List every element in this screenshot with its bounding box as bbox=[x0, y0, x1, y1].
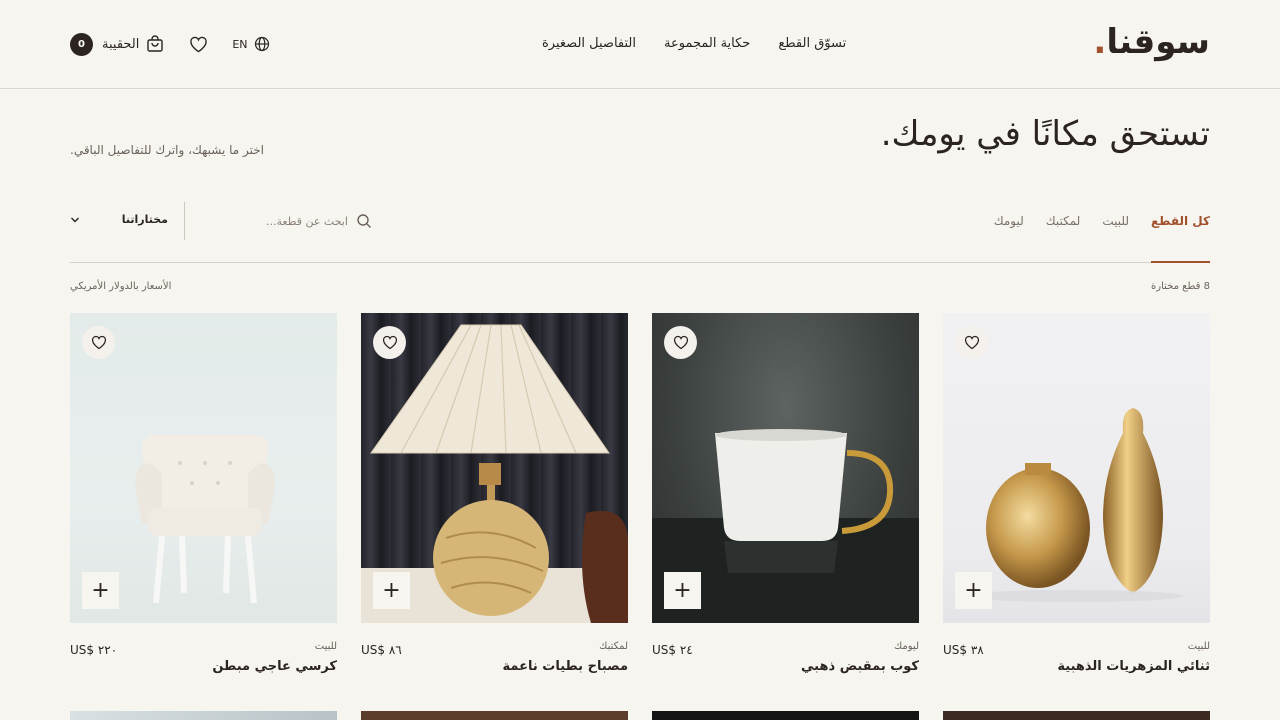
add-to-cart-button[interactable]: + bbox=[664, 572, 701, 609]
search-icon bbox=[356, 213, 372, 229]
heart-icon bbox=[91, 335, 106, 350]
tab-home[interactable]: للبيت bbox=[1102, 214, 1129, 263]
tab-all[interactable]: كل القطع bbox=[1150, 214, 1210, 263]
product-category: للبيت bbox=[1187, 641, 1210, 652]
favorite-button[interactable] bbox=[664, 326, 697, 359]
product-image[interactable] bbox=[943, 711, 1210, 720]
product-category: للبيت bbox=[314, 641, 337, 652]
search-box[interactable]: ابحث عن قطعة... bbox=[266, 213, 372, 229]
product-name[interactable]: ثنائي المزهريات الذهبية bbox=[1057, 659, 1210, 674]
page-subtitle: اختر ما يشبهك، واترك للتفاصيل الباقي. bbox=[70, 143, 265, 157]
brand-name: سوقنا bbox=[1106, 22, 1210, 62]
product-price: US$ ٣٨ bbox=[943, 643, 984, 657]
product-image[interactable] bbox=[70, 711, 337, 720]
site-header: سوقنا. تسوّق القطع حكاية المجموعة التفاص… bbox=[0, 0, 1280, 89]
heart-icon bbox=[964, 335, 979, 350]
add-to-cart-button[interactable]: + bbox=[82, 572, 119, 609]
plus-icon: + bbox=[382, 578, 401, 603]
plus-icon: + bbox=[91, 578, 110, 603]
results-count: 8 قطع مختارة bbox=[1151, 281, 1210, 292]
product-price: US$ ٢٢٠ bbox=[70, 643, 118, 657]
nav-item-shop[interactable]: تسوّق القطع bbox=[778, 36, 846, 51]
brand-logo[interactable]: سوقنا. bbox=[1093, 22, 1210, 62]
nav-item-story[interactable]: حكاية المجموعة bbox=[664, 36, 750, 51]
product-name[interactable]: كوب بمقبض ذهبي bbox=[801, 659, 919, 674]
favorite-button[interactable] bbox=[955, 326, 988, 359]
nav-item-details[interactable]: التفاصيل الصغيرة bbox=[542, 36, 636, 51]
chevron-down-icon bbox=[70, 216, 80, 224]
add-to-cart-button[interactable]: + bbox=[373, 572, 410, 609]
filter-bar: كل القطع للبيت لمكتبك ليومك ابحث عن قطعة… bbox=[70, 180, 1210, 263]
favorite-button[interactable] bbox=[373, 326, 406, 359]
tab-daily[interactable]: ليومك bbox=[994, 214, 1024, 263]
brand-dot: . bbox=[1093, 22, 1107, 62]
heart-icon bbox=[382, 335, 397, 350]
sort-label: مختاراتنا bbox=[121, 213, 168, 226]
product-name[interactable]: مصباح بطيات ناعمة bbox=[502, 659, 628, 674]
product-image[interactable] bbox=[361, 711, 628, 720]
product-image[interactable]: + bbox=[943, 313, 1210, 623]
product-price: US$ ٢٤ bbox=[652, 643, 693, 657]
sort-divider bbox=[184, 202, 185, 240]
plus-icon: + bbox=[673, 578, 692, 603]
cart-count-badge: 0 bbox=[70, 32, 93, 56]
product-image[interactable]: + bbox=[652, 313, 919, 623]
product-category: ليومك bbox=[893, 641, 919, 652]
add-to-cart-button[interactable]: + bbox=[955, 572, 992, 609]
product-name[interactable]: كرسي عاجي مبطن bbox=[212, 659, 337, 674]
product-image[interactable]: + bbox=[70, 313, 337, 623]
tab-office[interactable]: لمكتبك bbox=[1046, 214, 1081, 263]
header-actions: 0 الحقيبة EN bbox=[70, 32, 270, 56]
product-image[interactable]: + bbox=[361, 313, 628, 623]
favorite-button[interactable] bbox=[82, 326, 115, 359]
currency-note: الأسعار بالدولار الأمريكي bbox=[70, 281, 172, 292]
shopping-bag-icon[interactable] bbox=[146, 35, 164, 53]
heart-icon bbox=[673, 335, 688, 350]
globe-icon bbox=[254, 36, 270, 52]
main-nav: تسوّق القطع حكاية المجموعة التفاصيل الصغ… bbox=[542, 36, 846, 51]
product-price: US$ ٨٦ bbox=[361, 643, 402, 657]
category-tabs: كل القطع للبيت لمكتبك ليومك bbox=[994, 214, 1210, 263]
plus-icon: + bbox=[964, 578, 983, 603]
product-image[interactable] bbox=[652, 711, 919, 720]
heart-icon[interactable] bbox=[188, 34, 208, 54]
product-card[interactable]: + للبيت ثنائي المزهريات الذهبية US$ ٣٨ bbox=[943, 313, 1210, 683]
page-title: تستحق مكانًا في يومك. bbox=[880, 114, 1210, 154]
language-switcher[interactable]: EN bbox=[232, 36, 269, 52]
product-card[interactable]: + لمكتبك مصباح بطيات ناعمة US$ ٨٦ bbox=[361, 313, 628, 683]
search-placeholder: ابحث عن قطعة... bbox=[266, 214, 348, 228]
product-category: لمكتبك bbox=[599, 641, 628, 652]
product-card[interactable]: + ليومك كوب بمقبض ذهبي US$ ٢٤ bbox=[652, 313, 919, 683]
lang-label: EN bbox=[232, 37, 248, 51]
product-card[interactable]: + للبيت كرسي عاجي مبطن US$ ٢٢٠ bbox=[70, 313, 337, 683]
bag-label[interactable]: الحقيبة bbox=[102, 37, 139, 52]
sort-select[interactable]: مختاراتنا bbox=[70, 213, 168, 226]
